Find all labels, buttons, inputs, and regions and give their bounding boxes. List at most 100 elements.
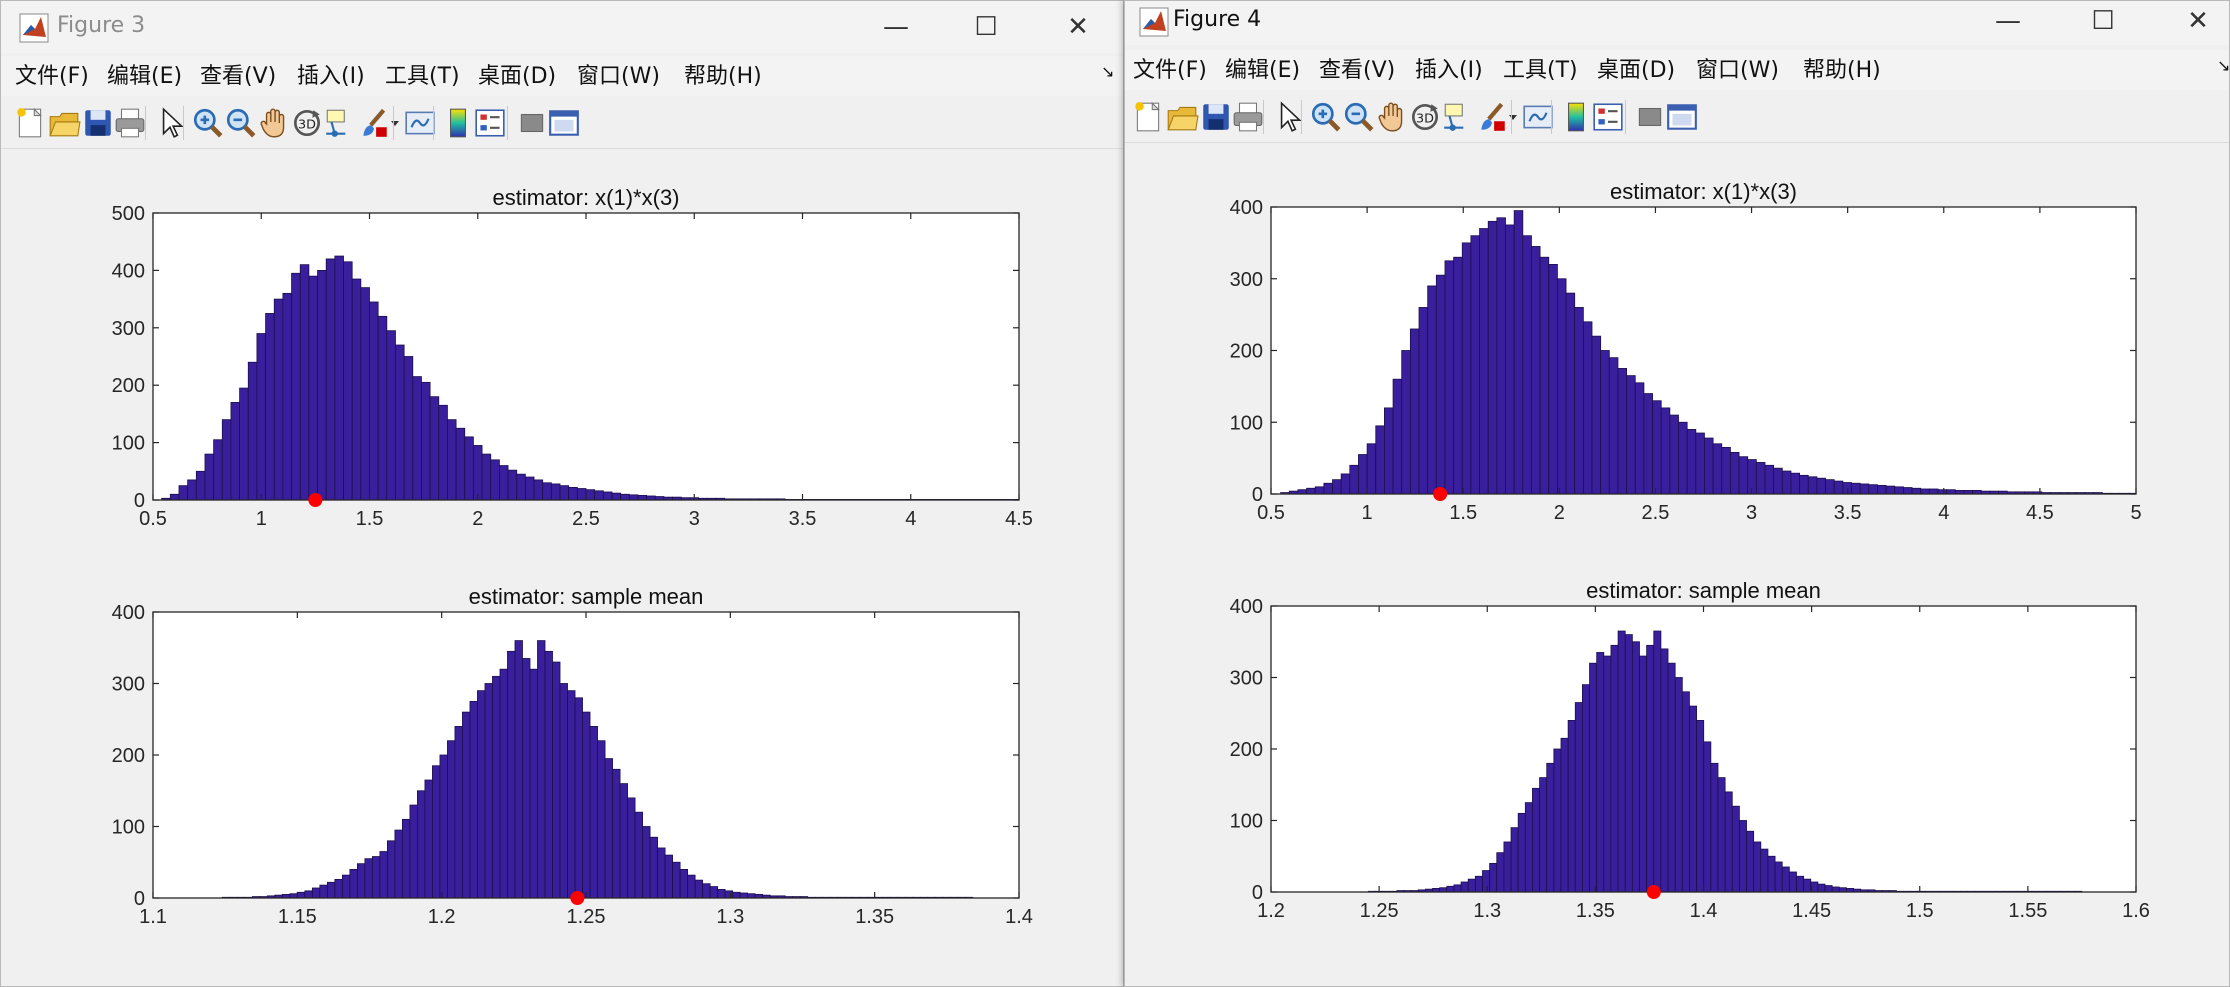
fig3-bottom-bar	[326, 881, 336, 899]
fig4-top-bar	[1903, 487, 1913, 495]
fig4-top-bar	[1600, 350, 1610, 495]
fig4-bottom-bar	[1724, 791, 1733, 893]
fig4-bottom-xtick-label: 1.5	[1906, 900, 1934, 922]
fig3-top-bar	[421, 381, 431, 501]
fig3-top-bar	[429, 396, 440, 501]
fig4-top-bar	[1531, 246, 1541, 495]
fig3-top-bar	[195, 470, 206, 501]
fig3-bottom-bar	[732, 891, 741, 899]
fig3-bottom-bar	[679, 869, 689, 899]
fig4-top-bar	[1418, 307, 1429, 495]
fig3-top-bar	[447, 419, 457, 501]
fig4-top-bar	[1859, 483, 1870, 495]
fig3-top-bar	[473, 445, 483, 501]
fig3-bottom-bar	[522, 658, 531, 899]
fig4-bottom-bar	[1781, 866, 1790, 893]
fig4-top-bar	[1574, 307, 1584, 495]
fig4-bottom-bar	[1746, 830, 1755, 893]
fig4-bottom-bar	[1560, 737, 1569, 893]
fig4-bottom-bar	[1703, 741, 1712, 893]
fig3-bottom-axes: 1.1 1.15 1.2 1.25 1.3 1.35 1.40100200300400est…	[112, 584, 1033, 928]
fig4-bottom-bar	[1824, 885, 1833, 893]
fig4-top-title: estimator: x(1)*x(3)	[1610, 179, 1797, 204]
fig4-top-ytick-label: 200	[1230, 341, 1263, 363]
fig4-top-bar	[1349, 464, 1359, 495]
fig4-top-bar	[1686, 429, 1697, 495]
fig3-top-bar	[620, 493, 630, 501]
fig4-top-bar	[1435, 274, 1446, 495]
fig4-top-bar	[1505, 224, 1515, 495]
fig3-top-bar	[550, 483, 561, 501]
fig3-top-bar	[291, 272, 301, 501]
fig3-top-bar	[369, 301, 379, 501]
fig3-bottom-bar	[469, 700, 478, 899]
fig4-bottom-bar	[1689, 705, 1697, 893]
fig3-top-bar	[265, 313, 275, 501]
fig3-top-bar	[628, 494, 639, 501]
fig4-top-bar	[1591, 335, 1602, 495]
fig4-top-true-value-marker	[1433, 487, 1448, 501]
fig4-top-bar	[1444, 260, 1455, 495]
fig3-top-xtick-label: 2	[472, 508, 483, 530]
fig3-bottom-bar	[739, 892, 749, 899]
fig3-bottom-xtick-label: 1.4	[1005, 906, 1033, 928]
fig3-top-ytick-label: 0	[134, 490, 145, 512]
fig4-bottom-bar	[1596, 652, 1605, 893]
fig3-top-bar	[602, 491, 613, 501]
fig4-bottom-bar	[1631, 641, 1640, 893]
fig4-bottom-bar	[1667, 662, 1676, 893]
fig4-bottom-bar	[1731, 805, 1740, 893]
fig3-bottom-true-value-marker	[570, 891, 585, 905]
fig4-top-bar	[1401, 350, 1411, 495]
fig3-top-axes: 0.5 1 1.5 2 2.5 3 3.5 4 4.50100200300400500estim…	[112, 185, 1033, 530]
fig3-bottom-bar	[417, 790, 426, 899]
fig3-top-bar	[230, 402, 241, 501]
fig3-bottom-bar	[439, 754, 448, 899]
fig4-bottom-bar	[1503, 841, 1512, 893]
fig4-top-bar	[1738, 456, 1749, 495]
fig4-bottom-ytick-label: 400	[1230, 596, 1263, 618]
fig4-bottom-bar	[1489, 863, 1498, 893]
fig3-bottom-bar	[319, 884, 328, 899]
fig3-bottom-bar	[709, 886, 719, 899]
fig4-top-bar	[1773, 467, 1783, 495]
fig3-top-bar	[169, 493, 180, 501]
fig3-top-bar	[343, 261, 353, 501]
fig4-bottom-bar	[1674, 677, 1683, 893]
histogram-fig4: 0.5 1 1.5 2 2.5 3 3.5 4 4.5 50100200300400estimat…	[1230, 179, 2150, 922]
fig4-top-bar	[1695, 432, 1705, 495]
fig4-top-bar	[1704, 437, 1714, 495]
fig3-bottom-bar	[334, 879, 343, 899]
fig4-top-bar	[1608, 357, 1619, 495]
fig3-bottom-bar	[694, 879, 704, 899]
fig4-bottom-bar	[1788, 871, 1797, 893]
fig3-bottom-bar	[649, 836, 658, 899]
fig3-bottom-bar	[356, 863, 366, 899]
fig3-top-xtick-label: 3	[689, 508, 700, 530]
fig3-bottom-bar	[349, 869, 358, 899]
fig3-bottom-bar	[454, 726, 463, 899]
fig3-bottom-bar	[514, 640, 523, 899]
fig4-bottom-ytick-label: 0	[1252, 882, 1263, 904]
fig3-bottom-bar	[499, 668, 508, 899]
fig4-bottom-bar	[1589, 662, 1598, 893]
fig3-bottom-bar	[386, 840, 396, 899]
fig4-bottom-axes: 1.2 1.25 1.3 1.35 1.4 1.45 1.5 1.55 1.6010020030…	[1230, 578, 2150, 922]
fig3-top-bar	[455, 427, 466, 501]
fig3-top-bar	[351, 278, 362, 501]
fig4-top-xtick-label: 2	[1554, 502, 1565, 524]
fig3-bottom-bar	[589, 726, 598, 899]
fig3-top-ytick-label: 100	[112, 433, 145, 455]
fig4-bottom-xtick-label: 1.6	[2122, 900, 2150, 922]
fig4-top-ytick-label: 400	[1230, 197, 1263, 219]
fig3-top-bar	[308, 275, 318, 501]
fig4-bottom-ytick-label: 300	[1230, 668, 1263, 690]
fig3-top-bar	[395, 344, 405, 501]
fig3-bottom-bar	[492, 675, 501, 899]
fig4-top-bar	[1358, 454, 1368, 495]
fig4-bottom-bar	[1553, 748, 1562, 893]
fig4-bottom-xtick-label: 1.35	[1576, 900, 1615, 922]
fig3-bottom-bar	[552, 661, 561, 899]
fig3-top-title: estimator: x(1)*x(3)	[492, 185, 679, 210]
fig3-top-bar	[187, 479, 197, 501]
